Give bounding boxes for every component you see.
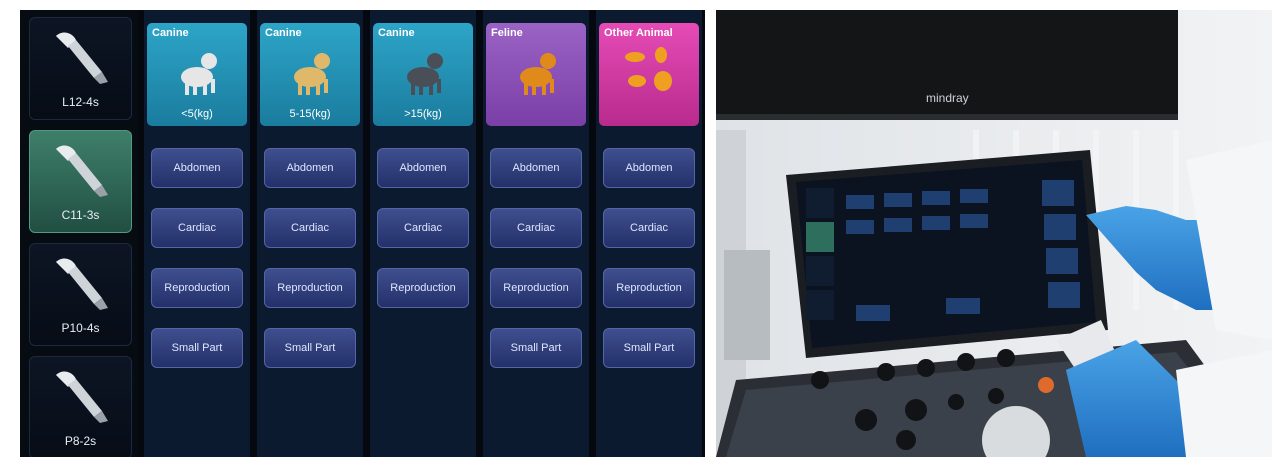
species-title: Canine — [152, 27, 189, 39]
product-photo: mindray — [716, 10, 1272, 457]
species-column: Canine <5(kg) Abdomen Cardiac Reproduction Sm… — [144, 10, 250, 457]
probe-button-p8-2s[interactable]: P8-2s — [29, 356, 132, 457]
probe-button-p10-4s[interactable]: P10-4s — [29, 243, 132, 346]
species-tile-canine[interactable]: Canine >15(kg) — [373, 23, 473, 126]
species-column: Canine >15(kg) Abdomen Cardiac Reproduction — [370, 10, 476, 457]
probe-label: P10-4s — [61, 321, 100, 335]
large-dog-icon — [395, 43, 451, 99]
exam-button-reproduction[interactable]: Reproduction — [603, 268, 695, 308]
probe-sidebar: L12-4s C11-3s P10-4s P8-2s — [20, 10, 138, 457]
exam-button-cardiac[interactable]: Cardiac — [377, 208, 469, 248]
transducer-icon — [50, 28, 112, 86]
species-column: Feline Abdomen Cardiac Reproduction Small Pa… — [483, 10, 589, 457]
species-tile-canine[interactable]: Canine <5(kg) — [147, 23, 247, 126]
exam-button-reproduction[interactable]: Reproduction — [377, 268, 469, 308]
exam-button-abdomen[interactable]: Abdomen — [264, 148, 356, 188]
species-tile-feline[interactable]: Feline — [486, 23, 586, 126]
exam-button-abdomen[interactable]: Abdomen — [151, 148, 243, 188]
ultrasound-system-photo: mindray — [716, 10, 1272, 457]
probe-button-l12-4s[interactable]: L12-4s — [29, 17, 132, 120]
species-tile-other[interactable]: Other Animal — [599, 23, 699, 126]
exam-selection-panel: L12-4s C11-3s P10-4s P8-2s Canine <5(kg) Abdo… — [20, 10, 705, 457]
exam-button-small-part[interactable]: Small Part — [151, 328, 243, 368]
species-title: Feline — [491, 27, 523, 39]
exam-button-cardiac[interactable]: Cardiac — [603, 208, 695, 248]
exam-button-abdomen[interactable]: Abdomen — [603, 148, 695, 188]
probe-button-c11-3s[interactable]: C11-3s — [29, 130, 132, 233]
species-tile-canine[interactable]: Canine 5-15(kg) — [260, 23, 360, 126]
probe-label: C11-3s — [61, 208, 100, 222]
cat-icon — [508, 43, 564, 99]
medium-dog-icon — [282, 43, 338, 99]
species-title: Canine — [378, 27, 415, 39]
weight-range-label: >15(kg) — [404, 108, 442, 120]
weight-range-label: 5-15(kg) — [289, 108, 331, 120]
exam-button-abdomen[interactable]: Abdomen — [490, 148, 582, 188]
species-title: Canine — [265, 27, 302, 39]
species-title: Other Animal — [604, 27, 673, 39]
species-column: Canine 5-15(kg) Abdomen Cardiac Reproduction… — [257, 10, 363, 457]
species-column: Other Animal Abdomen Cardiac Reproduction Sm… — [596, 10, 702, 457]
exam-button-small-part[interactable]: Small Part — [490, 328, 582, 368]
other-animals-icon — [621, 43, 677, 99]
small-dog-icon — [169, 43, 225, 99]
exam-button-small-part[interactable]: Small Part — [603, 328, 695, 368]
brand-logo: mindray — [926, 91, 969, 105]
exam-button-reproduction[interactable]: Reproduction — [264, 268, 356, 308]
transducer-icon — [50, 254, 112, 312]
transducer-icon — [50, 141, 112, 199]
weight-range-label: <5(kg) — [181, 108, 213, 120]
transducer-icon — [50, 367, 112, 425]
exam-button-cardiac[interactable]: Cardiac — [151, 208, 243, 248]
probe-label: L12-4s — [62, 95, 99, 109]
exam-button-small-part[interactable]: Small Part — [264, 328, 356, 368]
probe-label: P8-2s — [64, 434, 97, 448]
exam-button-reproduction[interactable]: Reproduction — [151, 268, 243, 308]
exam-button-cardiac[interactable]: Cardiac — [264, 208, 356, 248]
exam-button-reproduction[interactable]: Reproduction — [490, 268, 582, 308]
exam-button-cardiac[interactable]: Cardiac — [490, 208, 582, 248]
exam-button-abdomen[interactable]: Abdomen — [377, 148, 469, 188]
